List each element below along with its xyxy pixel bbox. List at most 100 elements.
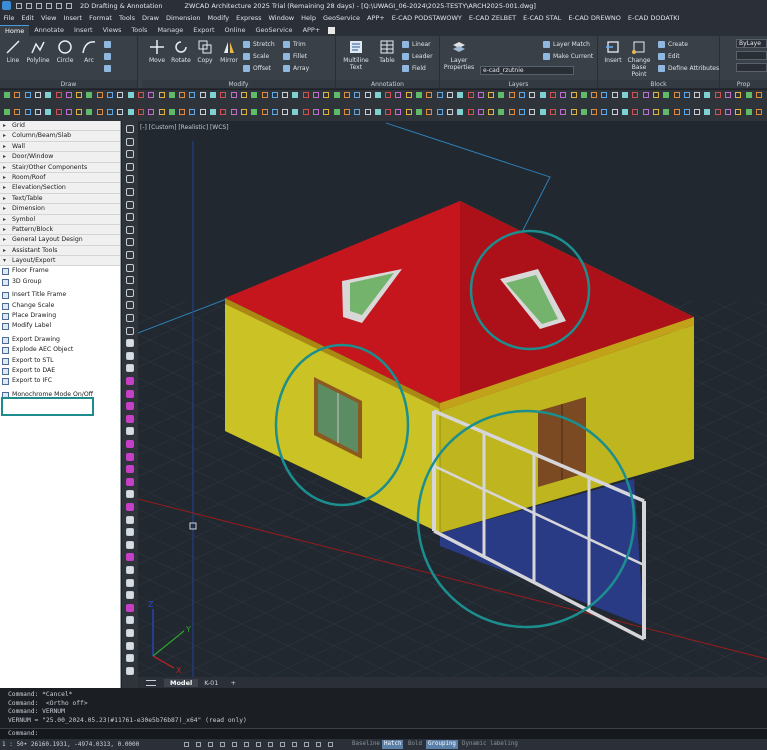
multiline-text-button[interactable]: Multiline Text <box>340 39 372 71</box>
standard-tool-icon[interactable] <box>529 92 536 98</box>
ribbon-toggle-icon[interactable] <box>328 27 336 34</box>
ecad-tool-icon[interactable] <box>539 109 546 115</box>
open-file-icon[interactable] <box>26 2 32 9</box>
save-icon[interactable] <box>36 2 42 9</box>
palette-category-door-window[interactable]: Door/Window <box>0 152 120 163</box>
ecad-tool-icon[interactable] <box>570 109 577 115</box>
standard-tool-icon[interactable] <box>580 92 587 98</box>
field-button[interactable]: Field <box>402 63 426 74</box>
ecad-tool-icon[interactable] <box>65 109 72 115</box>
standard-tool-icon[interactable] <box>137 92 144 98</box>
ecad-tool-icon[interactable] <box>343 109 350 115</box>
standard-tool-icon[interactable] <box>76 92 83 98</box>
palette-item-floor-frame[interactable]: Floor Frame <box>0 266 120 276</box>
vertical-draw-tool-icon[interactable] <box>126 477 134 486</box>
ecad-tool-icon[interactable] <box>395 109 402 115</box>
workspace-selector[interactable]: 2D Drafting & Annotation <box>80 2 163 10</box>
table-button[interactable]: Table <box>374 39 400 64</box>
standard-tool-icon[interactable] <box>570 92 577 98</box>
standard-tool-icon[interactable] <box>302 92 309 98</box>
polyline-button[interactable]: Polyline <box>25 39 51 64</box>
layout-menu-icon[interactable] <box>146 679 156 686</box>
tab-home[interactable]: Home <box>0 25 30 36</box>
standard-tool-icon[interactable] <box>601 92 608 98</box>
menu-file[interactable]: File <box>4 14 15 22</box>
annotation-scale-icon[interactable] <box>328 742 333 747</box>
ecad-tool-icon[interactable] <box>107 109 113 115</box>
standard-tool-icon[interactable] <box>745 92 752 98</box>
ecad-tool-icon[interactable] <box>179 109 186 115</box>
grid-display-icon[interactable] <box>196 742 201 747</box>
define-attributes-button[interactable]: Define Attributes <box>658 63 719 74</box>
palette-item-change-scale[interactable]: Change Scale <box>0 301 120 311</box>
standard-tool-icon[interactable] <box>642 92 649 98</box>
vertical-draw-tool-icon[interactable] <box>126 540 134 549</box>
scale-button[interactable]: Scale <box>243 51 269 62</box>
menu-app-plus[interactable]: APP+ <box>367 14 385 22</box>
menu-window[interactable]: Window <box>268 14 294 22</box>
ecad-tool-icon[interactable] <box>333 109 340 115</box>
standard-tool-icon[interactable] <box>292 92 299 98</box>
standard-tool-icon[interactable] <box>364 92 371 98</box>
ecad-tool-icon[interactable] <box>519 109 525 115</box>
standard-tool-icon[interactable] <box>323 92 330 98</box>
palette-item-explode-aec[interactable]: Explode AEC Object <box>0 345 120 355</box>
standard-tool-icon[interactable] <box>55 92 62 98</box>
vertical-draw-tool-icon[interactable] <box>126 288 134 297</box>
linetype-dropdown[interactable] <box>736 51 767 60</box>
vertical-draw-tool-icon[interactable] <box>126 377 134 385</box>
standard-tool-icon[interactable] <box>519 92 525 98</box>
ecad-tool-icon[interactable] <box>694 109 701 115</box>
ecad-tool-icon[interactable] <box>323 109 330 115</box>
vertical-draw-tool-icon[interactable] <box>126 251 134 259</box>
vertical-draw-tool-icon[interactable] <box>126 641 134 650</box>
ecad-tool-icon[interactable] <box>14 109 21 115</box>
ecad-tool-icon[interactable] <box>405 109 412 115</box>
palette-category-stair[interactable]: Stair/Other Components <box>0 162 120 173</box>
ecad-tool-icon[interactable] <box>714 109 721 115</box>
vertical-draw-tool-icon[interactable] <box>126 137 134 146</box>
standard-tool-icon[interactable] <box>127 92 134 98</box>
menu-geoservice[interactable]: GeoService <box>323 14 360 22</box>
tab-manage[interactable]: Manage <box>152 25 188 36</box>
ecad-tool-icon[interactable] <box>4 109 10 115</box>
standard-tool-icon[interactable] <box>755 92 762 98</box>
fillet-button[interactable]: Fillet <box>283 51 307 62</box>
transparency-icon[interactable] <box>280 742 285 747</box>
menu-ecad-dodatki[interactable]: E-CAD DODATKI <box>628 14 680 22</box>
ecad-tool-icon[interactable] <box>86 109 93 115</box>
ecad-tool-icon[interactable] <box>580 109 587 115</box>
ecad-tool-icon[interactable] <box>549 109 556 115</box>
standard-tool-icon[interactable] <box>96 92 103 98</box>
standard-tool-icon[interactable] <box>560 92 567 98</box>
menu-draw[interactable]: Draw <box>142 14 159 22</box>
ecad-tool-icon[interactable] <box>632 109 639 115</box>
vertical-draw-tool-icon[interactable] <box>126 629 134 637</box>
standard-tool-icon[interactable] <box>704 92 711 98</box>
standard-tool-icon[interactable] <box>271 92 278 98</box>
layer-match-button[interactable]: Layer Match <box>543 39 590 50</box>
standard-tool-icon[interactable] <box>86 92 93 98</box>
tab-k01[interactable]: K-01 <box>198 679 224 687</box>
standard-tool-icon[interactable] <box>539 92 546 98</box>
ecad-tool-icon[interactable] <box>261 109 268 115</box>
standard-tool-icon[interactable] <box>436 92 443 98</box>
standard-tool-icon[interactable] <box>673 92 680 98</box>
palette-item-3d-group[interactable]: 3D Group <box>0 277 120 287</box>
vertical-draw-tool-icon[interactable] <box>126 528 134 537</box>
circle-button[interactable]: Circle <box>52 39 78 64</box>
menu-modify[interactable]: Modify <box>208 14 230 22</box>
tab-export[interactable]: Export <box>188 25 219 36</box>
standard-tool-icon[interactable] <box>343 92 350 98</box>
change-base-point-button[interactable]: Change Base Point <box>624 39 654 78</box>
standard-tool-icon[interactable] <box>354 92 361 98</box>
menu-ecad-zelbet[interactable]: E-CAD ZELBET <box>469 14 516 22</box>
ecad-tool-icon[interactable] <box>230 109 237 115</box>
ellipse-tool[interactable] <box>104 63 114 74</box>
tab-geoservice[interactable]: GeoService <box>251 25 298 36</box>
standard-tool-icon[interactable] <box>498 92 505 98</box>
ecad-tool-icon[interactable] <box>725 109 731 115</box>
vertical-draw-tool-icon[interactable] <box>126 162 134 171</box>
copy-button[interactable]: Copy <box>192 39 218 64</box>
polar-tracking-icon[interactable] <box>232 742 237 747</box>
